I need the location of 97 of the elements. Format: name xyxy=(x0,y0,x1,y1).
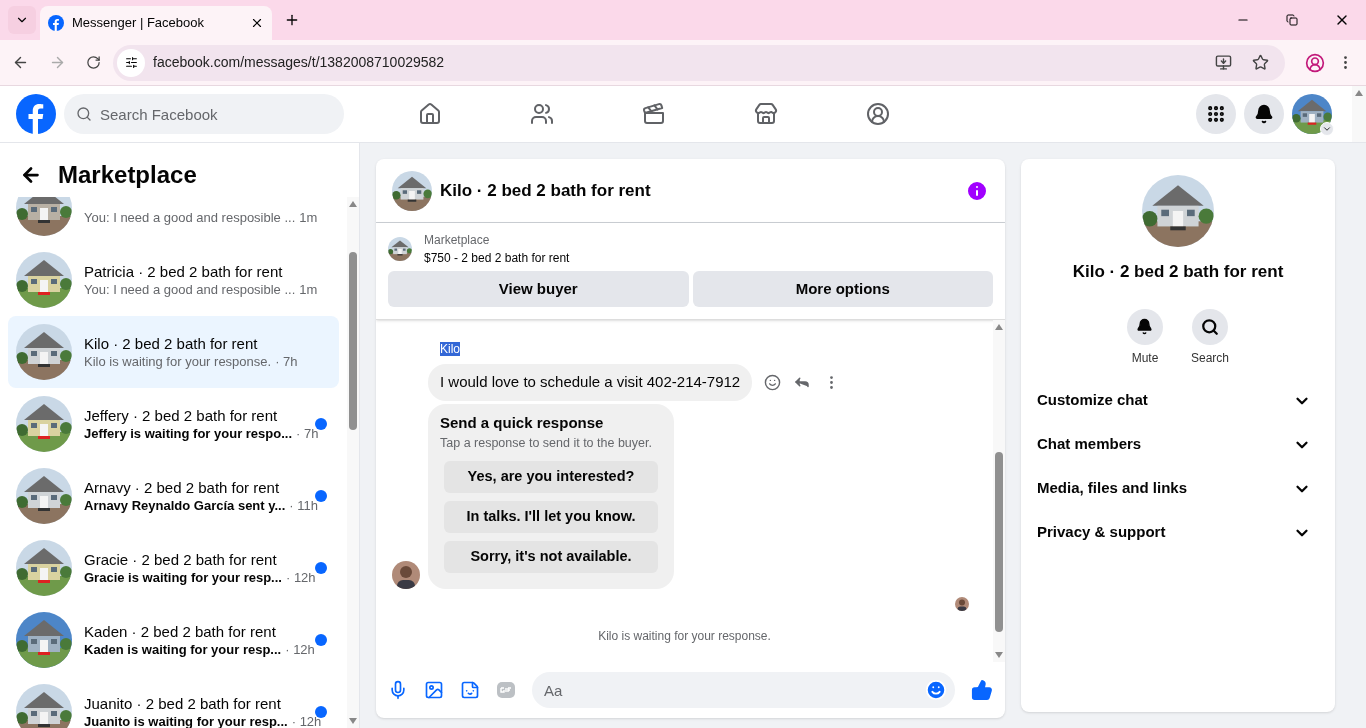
scroll-down-icon[interactable] xyxy=(349,718,357,724)
quick-response-button[interactable]: Yes, are you interested? xyxy=(444,460,658,493)
install-icon[interactable] xyxy=(1215,54,1232,71)
address-bar[interactable]: facebook.com/messages/t/1382008710029582 xyxy=(113,44,1285,81)
conversation-time: · 12h xyxy=(285,641,315,660)
conversation-preview: Arnavy Reynaldo García sent y... xyxy=(84,497,286,516)
notifications-button[interactable] xyxy=(1244,94,1284,134)
chat-title: Kilo · 2 bed 2 bath for rent xyxy=(440,179,652,202)
scrollbar-thumb[interactable] xyxy=(349,252,357,430)
groups-icon[interactable] xyxy=(866,102,890,126)
friends-icon[interactable] xyxy=(530,102,554,126)
section-header[interactable]: Media, files and links xyxy=(1029,466,1327,511)
search-field[interactable]: Search Facebook xyxy=(64,94,344,134)
conversation-time: 1m xyxy=(299,209,318,228)
scroll-up-icon[interactable] xyxy=(995,324,1003,330)
listing-description: $750 - 2 bed 2 bath for rent xyxy=(424,250,570,267)
conversation-title: Kilo · 2 bed 2 bath for rent xyxy=(84,335,258,353)
chevron-down-icon xyxy=(1322,124,1332,134)
sender-name: Kilo xyxy=(440,342,460,356)
conversation-time: · 12h xyxy=(291,713,322,728)
site-settings-icon[interactable] xyxy=(117,48,145,77)
conversation-item[interactable]: Jeffery · 2 bed 2 bath for rent Jeffery is waiting for your respo... · 7h xyxy=(8,388,339,460)
conversation-time: · 11h xyxy=(289,497,318,516)
account-button[interactable] xyxy=(1292,94,1332,134)
restore-icon[interactable] xyxy=(1286,14,1298,26)
conversation-time: · 7h xyxy=(275,353,298,372)
conversation-preview: Jeffery is waiting for your respo... xyxy=(84,425,293,444)
conversation-preview: You: I need a good and resposible ... xyxy=(84,209,296,228)
emoji-icon[interactable] xyxy=(925,679,947,701)
home-icon[interactable] xyxy=(418,102,442,126)
action-button[interactable]: View buyer xyxy=(388,271,689,307)
photo-icon[interactable] xyxy=(424,680,444,700)
conversation-title: Juanito · 2 bed 2 bath for rent xyxy=(84,695,281,713)
profile-icon[interactable] xyxy=(1305,52,1325,73)
scroll-up-icon[interactable] xyxy=(349,201,357,207)
action-button[interactable]: More options xyxy=(692,271,993,307)
conversation-item[interactable]: You: I need a good and resposible ... 1m xyxy=(8,197,339,244)
conversation-item[interactable]: Kaden · 2 bed 2 bath for rent Kaden is waiting for your resp... · 12h xyxy=(8,604,339,676)
microphone-icon[interactable] xyxy=(388,680,408,700)
quick-response-subtitle: Tap a response to send it to the buyer. xyxy=(440,435,653,452)
conversation-preview: Gracie is waiting for your resp... xyxy=(84,569,282,588)
search-icon xyxy=(76,106,92,122)
back-icon[interactable] xyxy=(20,164,42,186)
sidebar-title: Marketplace xyxy=(58,160,197,190)
tab-title: Messenger | Facebook xyxy=(72,14,205,33)
conversation-title: Gracie · 2 bed 2 bath for rent xyxy=(84,551,277,569)
conversation-preview: Kaden is waiting for your resp... xyxy=(84,641,282,660)
close-icon[interactable] xyxy=(250,16,264,30)
conversation-preview: You: I need a good and resposible ... xyxy=(84,281,296,300)
scrollbar-thumb[interactable] xyxy=(995,452,1003,632)
scroll-down-icon[interactable] xyxy=(995,652,1003,658)
store-icon[interactable] xyxy=(754,102,778,126)
search-icon xyxy=(1201,317,1219,336)
bell-icon xyxy=(1254,104,1274,124)
menu-button[interactable] xyxy=(1196,94,1236,134)
back-icon[interactable] xyxy=(12,54,29,71)
facebook-logo-icon[interactable] xyxy=(16,94,56,134)
conversation-item[interactable]: Kilo · 2 bed 2 bath for rent Kilo is waiting for your response. · 7h xyxy=(8,316,339,388)
url-text: facebook.com/messages/t/1382008710029582 xyxy=(153,53,446,72)
conversation-time: · 12h xyxy=(285,569,316,588)
scrollbar[interactable] xyxy=(993,320,1005,662)
scrollbar[interactable] xyxy=(347,197,359,728)
conversation-title: Patricia · 2 bed 2 bath for rent xyxy=(84,263,283,281)
quick-response-title: Send a quick response xyxy=(440,412,605,433)
contact-title: Kilo · 2 bed 2 bath for rent xyxy=(1072,261,1284,283)
message-bubble: I would love to schedule a visit 402-214-7912 xyxy=(428,364,753,401)
reload-icon[interactable] xyxy=(86,55,101,70)
quick-response-button[interactable]: Sorry, it's not available. xyxy=(444,540,658,573)
message-field[interactable]: Aa xyxy=(532,672,955,708)
section-header[interactable]: Chat members xyxy=(1029,422,1327,467)
like-icon[interactable] xyxy=(971,679,993,701)
section-header[interactable]: Customize chat xyxy=(1029,378,1327,423)
contact-action-label: Mute xyxy=(1131,349,1159,367)
browser-tab[interactable]: Messenger | Facebook xyxy=(40,6,272,40)
react-icon[interactable] xyxy=(764,373,782,391)
conversation-item[interactable]: Arnavy · 2 bed 2 bath for rent Arnavy Reynaldo García sent y... · 11h xyxy=(8,460,339,532)
new-tab-icon[interactable] xyxy=(284,12,300,28)
conversation-time: 1m xyxy=(299,281,318,300)
contact-action-label: Search xyxy=(1191,349,1229,367)
conversation-item[interactable]: Gracie · 2 bed 2 bath for rent Gracie is waiting for your resp... · 12h xyxy=(8,532,339,604)
video-icon[interactable] xyxy=(642,102,666,126)
facebook-logo-icon xyxy=(48,15,64,31)
conversation-title: Kaden · 2 bed 2 bath for rent xyxy=(84,623,276,641)
grid-icon xyxy=(1206,104,1226,124)
status-text: Kilo is waiting for your response. xyxy=(597,627,772,645)
bell-icon xyxy=(1136,318,1154,335)
conversation-time: · 7h xyxy=(296,425,319,444)
section-header[interactable]: Privacy & support xyxy=(1029,510,1327,555)
scroll-up-icon[interactable] xyxy=(1355,90,1363,96)
conversation-preview: Kilo is waiting for your response. xyxy=(84,353,272,372)
listing-label: Marketplace xyxy=(424,232,491,249)
quick-response-button[interactable]: In talks. I'll let you know. xyxy=(444,500,658,533)
conversation-title: Jeffery · 2 bed 2 bath for rent xyxy=(84,407,278,425)
sticker-icon[interactable] xyxy=(460,680,480,700)
conversation-title: Arnavy · 2 bed 2 bath for rent xyxy=(84,479,280,497)
bookmark-icon[interactable] xyxy=(1252,54,1269,71)
conversation-item[interactable]: Patricia · 2 bed 2 bath for rent You: I need a good and resposible ... 1m xyxy=(8,244,339,316)
